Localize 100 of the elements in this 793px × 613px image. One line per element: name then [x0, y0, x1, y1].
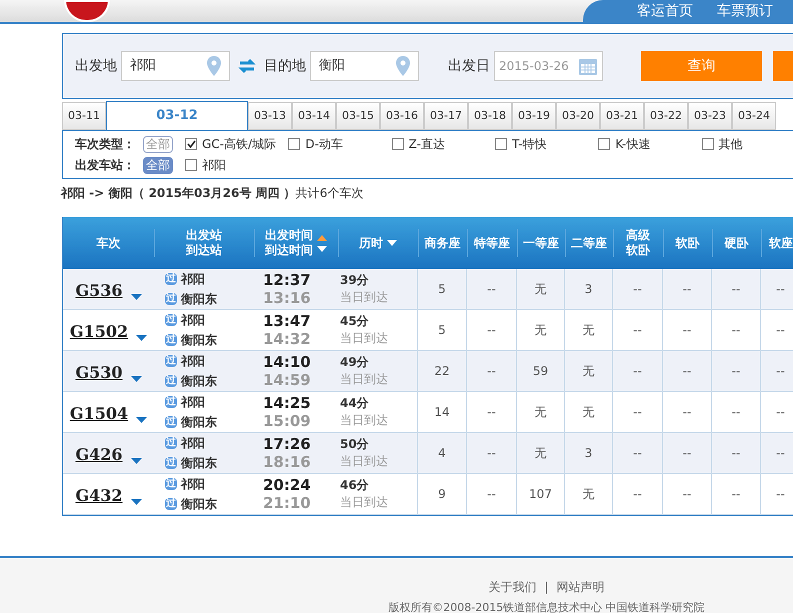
checkbox[interactable]: [185, 138, 197, 150]
train-number-link[interactable]: G536: [75, 279, 123, 303]
departure-time: 14:25: [263, 394, 312, 412]
date-tab[interactable]: 03-13: [248, 102, 292, 130]
seat-availability: --: [732, 281, 740, 298]
seat-availability: --: [776, 363, 785, 380]
pass-badge: 过: [165, 355, 177, 367]
arrival-day: 当日到达: [340, 494, 417, 511]
checkbox[interactable]: [494, 138, 507, 150]
seat-availability: 59: [532, 363, 548, 380]
seat-availability: 无: [534, 322, 546, 339]
column-header: 二等座: [571, 236, 607, 250]
dropdown-caret-icon[interactable]: [130, 294, 142, 300]
checkbox-label: T-特快: [512, 136, 547, 153]
nav-link[interactable]: 车票预订: [717, 0, 773, 22]
seat-availability: --: [487, 445, 496, 462]
checkbox-label: K-快速: [615, 136, 650, 153]
date-tab[interactable]: 03-14: [292, 102, 336, 130]
train-number-link[interactable]: G1502: [70, 320, 128, 344]
arrival-day: 当日到达: [340, 453, 417, 470]
swap-icon[interactable]: [238, 58, 256, 74]
station-name: 衡阳东: [181, 373, 217, 390]
field-label: 出发地: [75, 56, 117, 76]
filter-label: 车次类型：: [75, 136, 136, 153]
column-header: 硬卧: [724, 236, 748, 250]
footer-link[interactable]: 网站声明: [556, 578, 605, 596]
railway-logo-icon: [64, 0, 110, 22]
date-tab[interactable]: 03-11: [62, 102, 106, 130]
seat-availability: --: [732, 322, 740, 339]
seat-availability: 14: [434, 404, 450, 421]
dropdown-caret-icon[interactable]: [136, 335, 148, 341]
sort-down-icon[interactable]: [387, 240, 397, 246]
seat-availability: --: [732, 486, 740, 503]
column-header: 商务座: [424, 236, 460, 250]
seat-availability: --: [633, 281, 642, 298]
date-tab[interactable]: 03-23: [688, 102, 732, 130]
arrival-day: 当日到达: [340, 412, 417, 429]
seat-availability: --: [633, 404, 642, 421]
input-field[interactable]: 祁阳: [121, 51, 230, 81]
footer-link[interactable]: 关于我们: [488, 578, 536, 596]
date-tab[interactable]: 03-20: [556, 102, 600, 130]
date-tab[interactable]: 03-24: [732, 102, 776, 130]
date-tab[interactable]: 03-22: [644, 102, 688, 130]
train-number-link[interactable]: G1504: [70, 402, 128, 426]
station-name: 衡阳东: [181, 496, 217, 513]
train-number-link[interactable]: G530: [75, 361, 123, 385]
date-tab[interactable]: 03-21: [600, 102, 644, 130]
date-tab[interactable]: 03-15: [336, 102, 380, 130]
checkbox[interactable]: [288, 138, 300, 150]
checkbox[interactable]: [392, 138, 404, 150]
input-field[interactable]: 衡阳: [310, 51, 419, 81]
duration: 46分: [340, 477, 370, 494]
checkbox-label: 其他: [718, 136, 743, 153]
pass-badge: 过: [165, 375, 177, 387]
station-name: 祁阳: [181, 476, 205, 493]
arrival-time: 15:09: [263, 412, 312, 430]
duration: 39分: [340, 272, 370, 289]
sort-down-icon[interactable]: [317, 246, 327, 252]
seat-availability: --: [682, 404, 692, 421]
arrival-time: 14:59: [263, 371, 312, 389]
pass-badge: 过: [165, 478, 177, 490]
date-tab[interactable]: 03-18: [468, 102, 512, 130]
dropdown-caret-icon[interactable]: [136, 417, 148, 423]
seat-availability: 无: [534, 281, 546, 298]
field-label: 出发日: [448, 56, 490, 76]
seat-availability: --: [487, 281, 496, 298]
filter-label: 出发车站：: [75, 157, 136, 174]
station-name: 祁阳: [181, 271, 205, 288]
footer-separator: |: [544, 579, 549, 596]
seat-availability: --: [776, 404, 785, 421]
dropdown-caret-icon[interactable]: [130, 499, 142, 505]
train-number-link[interactable]: G432: [75, 484, 123, 508]
checkbox[interactable]: [702, 138, 714, 150]
pass-badge: 过: [165, 416, 177, 428]
nav-link[interactable]: 客运首页: [637, 0, 693, 22]
dropdown-caret-icon[interactable]: [130, 458, 142, 464]
duration: 49分: [340, 354, 370, 371]
date-tab[interactable]: 03-12: [106, 101, 248, 130]
seat-availability: --: [682, 486, 692, 503]
departure-time: 17:26: [263, 435, 312, 453]
pass-badge: 过: [165, 334, 177, 346]
date-tab[interactable]: 03-19: [512, 102, 556, 130]
station-name: 祁阳: [181, 312, 205, 329]
seat-availability: 无: [582, 363, 594, 380]
seat-availability: 无: [534, 445, 546, 462]
arrival-time: 13:16: [263, 289, 312, 307]
station-name: 祁阳: [181, 435, 205, 452]
field-label: 目的地: [264, 56, 306, 76]
checkbox[interactable]: [598, 138, 610, 150]
date-tab[interactable]: 03-17: [424, 102, 468, 130]
seat-availability: --: [487, 322, 496, 339]
arrival-day: 当日到达: [340, 289, 417, 306]
seat-availability: 无: [534, 404, 546, 421]
date-tab[interactable]: 03-16: [380, 102, 424, 130]
seat-availability: --: [682, 281, 692, 298]
train-number-link[interactable]: G426: [75, 443, 123, 467]
seat-availability: --: [633, 322, 642, 339]
checkbox[interactable]: [185, 159, 197, 171]
pass-badge: 过: [165, 396, 177, 408]
dropdown-caret-icon[interactable]: [130, 376, 142, 382]
